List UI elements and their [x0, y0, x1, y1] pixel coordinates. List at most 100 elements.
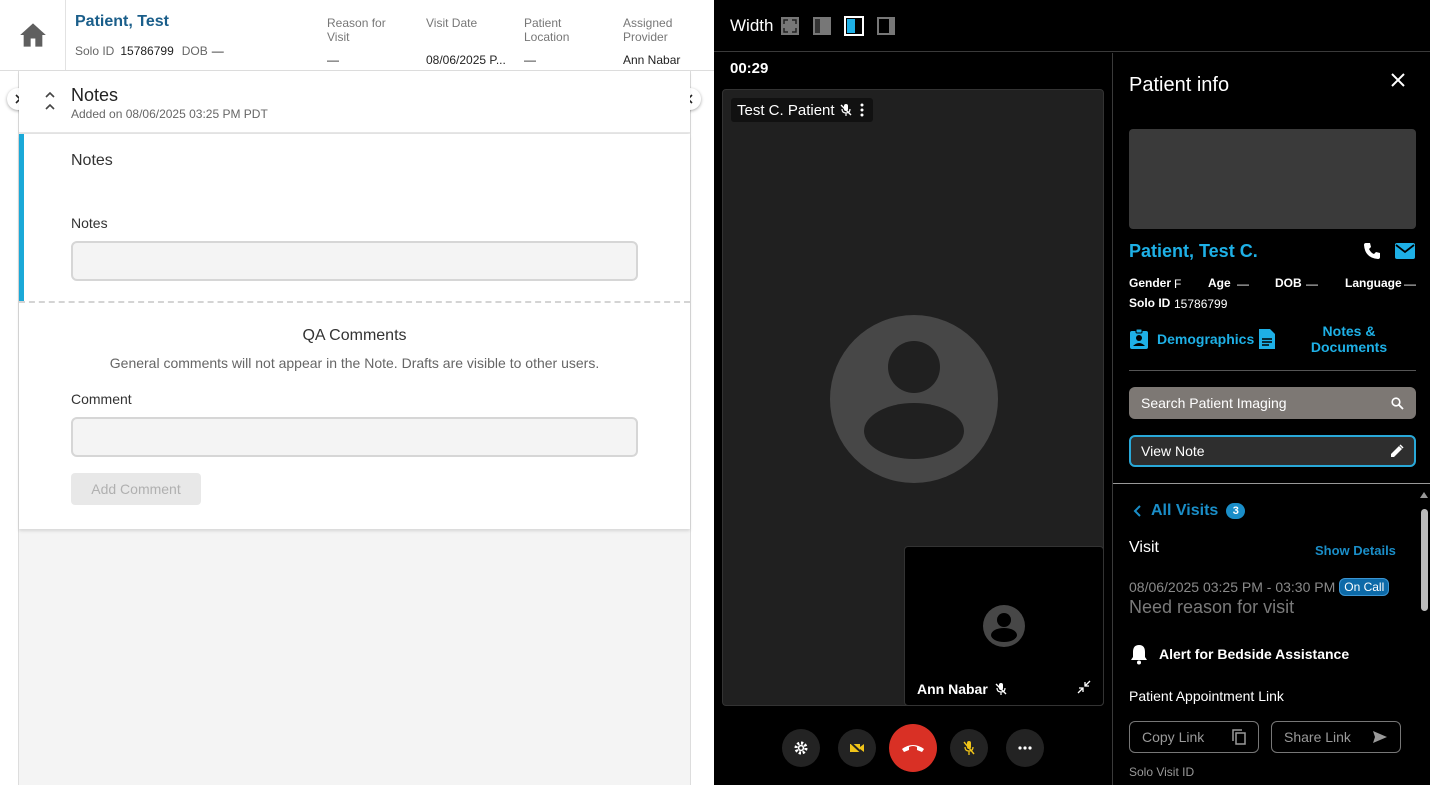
patient-name-link[interactable]: Patient, Test	[75, 13, 169, 31]
send-icon	[1373, 731, 1387, 743]
header-col-label: Patient Location	[524, 16, 570, 44]
bedside-alert-button[interactable]: Alert for Bedside Assistance	[1129, 643, 1349, 665]
gender-value: F	[1174, 277, 1182, 291]
notes-workspace: Patient, Test Solo ID 15786799 DOB — Reason…	[0, 0, 714, 785]
more-options-button[interactable]	[1006, 729, 1044, 767]
minimize-self-view-icon[interactable]	[1077, 680, 1091, 694]
fullscreen-width-icon[interactable]	[780, 16, 800, 36]
close-icon[interactable]	[1391, 73, 1405, 87]
mic-muted-icon	[840, 104, 852, 116]
camera-off-icon	[849, 741, 864, 755]
scroll-thumb[interactable]	[1421, 509, 1428, 611]
age-label: Age	[1208, 276, 1231, 290]
mic-toggle-button[interactable]	[950, 729, 988, 767]
header-col-location: Patient Location —	[524, 16, 604, 67]
comment-textarea[interactable]	[71, 417, 638, 457]
patient-info-title: Patient info	[1129, 74, 1230, 96]
header-col-label: Visit Date	[426, 16, 478, 30]
demographics-label: Demographics	[1157, 331, 1255, 347]
collapse-section-icon[interactable]	[44, 91, 56, 111]
home-button[interactable]	[0, 0, 66, 70]
visit-time-range: 08/06/2025 03:25 PM - 03:30 PM On Call	[1129, 578, 1390, 596]
visit-time-text: 08/06/2025 03:25 PM - 03:30 PM	[1129, 579, 1336, 595]
view-note-button[interactable]: View Note	[1129, 435, 1416, 467]
email-icon[interactable]	[1394, 242, 1416, 260]
more-vert-icon[interactable]	[857, 103, 867, 117]
clipboard-id-icon	[1130, 328, 1148, 349]
header-col-value: 08/06/2025 P...	[426, 53, 506, 67]
phone-icon[interactable]	[1362, 241, 1382, 261]
self-participant-tag: Ann Nabar	[917, 681, 1008, 697]
copy-link-button[interactable]: Copy Link	[1129, 721, 1259, 753]
settings-button[interactable]	[782, 729, 820, 767]
demographics-button[interactable]: Demographics	[1129, 328, 1254, 350]
right-gutter	[690, 71, 714, 785]
gender-label: Gender	[1129, 276, 1172, 290]
notes-documents-button[interactable]: Notes & Documents	[1299, 323, 1399, 355]
qa-comments-hint: General comments will not appear in the …	[109, 355, 600, 371]
header-col-visit-date: Visit Date 08/06/2025 P...	[426, 16, 506, 67]
mic-off-icon	[963, 741, 975, 755]
document-icon	[1259, 329, 1275, 349]
home-icon	[19, 23, 46, 47]
hang-up-icon	[902, 745, 924, 752]
dob-label: DOB	[1275, 276, 1302, 290]
status-badge: On Call	[1339, 578, 1390, 596]
gear-icon	[794, 741, 808, 755]
solo-id-label: Solo ID	[1129, 296, 1171, 310]
section-divider	[19, 301, 690, 303]
end-call-button[interactable]	[889, 724, 937, 772]
header-col-reason: Reason for Visit —	[327, 16, 407, 67]
self-avatar-icon	[983, 605, 1025, 647]
search-imaging-label: Search Patient Imaging	[1141, 395, 1287, 411]
wide-width-icon[interactable]	[812, 16, 832, 36]
call-timer: 00:29	[730, 60, 769, 77]
share-link-label: Share Link	[1284, 729, 1351, 745]
remote-avatar-icon	[830, 315, 998, 483]
qa-comments-title: QA Comments	[302, 327, 407, 344]
visit-reason: Need reason for visit	[1129, 597, 1295, 617]
notes-title: Notes	[71, 85, 119, 105]
visits-scrollbar[interactable]	[1419, 487, 1429, 785]
header-col-label: Reason for Visit	[327, 16, 386, 44]
dob-value: —	[211, 44, 224, 58]
copy-link-label: Copy Link	[1142, 729, 1205, 745]
visit-count-badge: 3	[1226, 503, 1246, 519]
copy-icon	[1232, 729, 1246, 745]
visit-heading: Visit	[1129, 539, 1159, 556]
share-link-button[interactable]: Share Link	[1271, 721, 1401, 753]
width-toolbar: Width	[714, 0, 1430, 52]
notes-field-label: Notes	[71, 215, 108, 231]
chevron-left-icon	[1133, 505, 1141, 517]
camera-toggle-button[interactable]	[838, 729, 876, 767]
search-patient-imaging-button[interactable]: Search Patient Imaging	[1129, 387, 1416, 419]
narrow-width-icon[interactable]	[876, 16, 896, 36]
all-visits-label: All Visits	[1151, 502, 1219, 519]
language-label: Language	[1345, 276, 1402, 290]
patient-header-bar: Patient, Test Solo ID 15786799 DOB — Reason…	[0, 0, 714, 71]
language-value: —	[1404, 277, 1416, 291]
mic-muted-icon	[995, 683, 1007, 695]
dob-label: DOB	[181, 44, 208, 58]
age-value: —	[1237, 277, 1249, 291]
divider	[1129, 370, 1416, 371]
remote-participant-tag: Test C. Patient	[731, 98, 873, 122]
video-call-area: Width 00:29 Test C. Patient Ann Nabar Pa…	[714, 0, 1430, 785]
half-width-icon[interactable]	[844, 16, 864, 36]
notes-section-title: Notes	[71, 152, 113, 169]
header-col-provider: Assigned Provider Ann Nabar	[623, 16, 703, 67]
notes-added-timestamp: Added on 08/06/2025 03:25 PM PDT	[71, 107, 268, 121]
width-label: Width	[730, 16, 774, 35]
header-col-value: —	[524, 53, 536, 67]
all-visits-link[interactable]: All Visits 3	[1133, 502, 1246, 520]
notes-textarea[interactable]	[71, 241, 638, 281]
search-icon	[1391, 396, 1404, 410]
remote-participant-name: Test C. Patient	[737, 101, 835, 119]
patient-meta: Solo ID 15786799 DOB —	[75, 44, 232, 58]
header-col-value: —	[327, 53, 339, 67]
scroll-up-arrow-icon[interactable]	[1419, 491, 1429, 499]
show-details-link[interactable]: Show Details	[1315, 543, 1396, 558]
add-comment-button[interactable]: Add Comment	[71, 473, 201, 505]
visits-section: All Visits 3 Visit Show Details 08/06/20…	[1113, 485, 1430, 785]
notes-card: Notes Notes QA Comments General comments…	[19, 134, 690, 529]
